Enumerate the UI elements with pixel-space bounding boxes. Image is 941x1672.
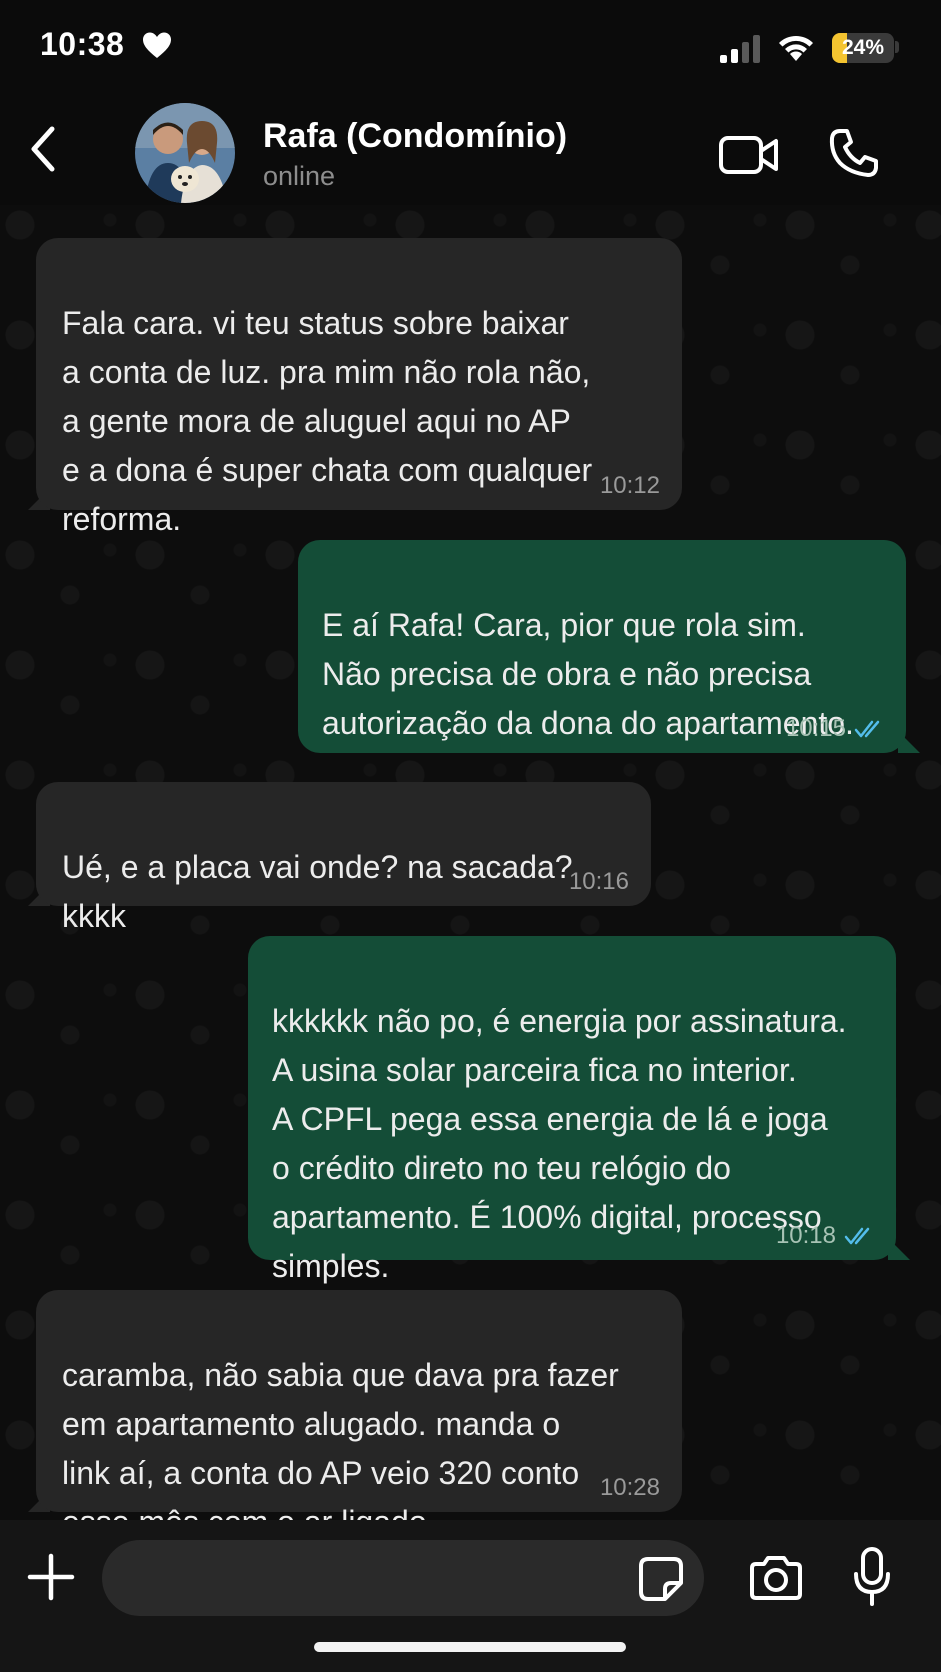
message-input[interactable] xyxy=(102,1540,704,1616)
message-text: Fala cara. vi teu status sobre baixar a … xyxy=(62,305,593,537)
read-ticks-icon xyxy=(854,720,880,738)
message-meta: 10:15 xyxy=(786,717,884,741)
message-bubble-outgoing[interactable]: kkkkkk não po, é energia por assinatura.… xyxy=(248,936,896,1284)
read-ticks-icon xyxy=(844,1227,870,1245)
avatar[interactable] xyxy=(135,103,235,203)
phone-call-icon[interactable] xyxy=(828,127,880,179)
back-icon[interactable] xyxy=(26,123,62,175)
battery-tip xyxy=(895,41,899,53)
message-meta: 10:12 xyxy=(600,474,660,498)
video-call-icon[interactable] xyxy=(718,133,780,177)
message-bubble-incoming[interactable]: Ué, e a placa vai onde? na sacada? kkkk … xyxy=(36,782,651,934)
heart-icon xyxy=(143,32,171,58)
status-time: 10:38 xyxy=(40,26,125,62)
camera-icon[interactable] xyxy=(748,1554,804,1602)
message-text: E aí Rafa! Cara, pior que rola sim. Não … xyxy=(322,607,854,741)
message-bubble-outgoing[interactable]: E aí Rafa! Cara, pior que rola sim. Não … xyxy=(298,540,906,753)
message-time: 10:28 xyxy=(599,1474,660,1501)
wifi-icon xyxy=(779,35,813,61)
message-meta: 10:28 xyxy=(600,1476,660,1500)
microphone-icon[interactable] xyxy=(852,1546,892,1608)
message-meta: 10:18 xyxy=(776,1224,874,1248)
message-time: 10:15 xyxy=(785,715,846,742)
contact-name[interactable]: Rafa (Condomínio) xyxy=(263,117,567,156)
message-time: 10:18 xyxy=(775,1222,836,1249)
signal-icon xyxy=(720,35,760,63)
chat-header: Rafa (Condomínio) online xyxy=(0,95,941,205)
message-bubble-incoming[interactable]: Fala cara. vi teu status sobre baixar a … xyxy=(36,238,682,537)
sticker-icon[interactable] xyxy=(638,1556,684,1602)
message-time: 10:16 xyxy=(568,868,629,895)
status-bar: 10:38 24% xyxy=(0,0,941,95)
message-time: 10:12 xyxy=(599,472,660,499)
chat-screen: 10:38 24% Rafa (Condomínio) online Fala … xyxy=(0,0,941,1672)
avatar-photo xyxy=(135,103,235,203)
message-bubble-incoming[interactable]: caramba, não sabia que dava pra fazer em… xyxy=(36,1290,682,1540)
home-indicator xyxy=(314,1642,626,1652)
battery-icon: 24% xyxy=(832,33,894,63)
message-text: kkkkkk não po, é energia por assinatura.… xyxy=(272,1003,847,1284)
contact-status: online xyxy=(263,161,336,191)
message-meta: 10:16 xyxy=(569,870,629,894)
battery-percent: 24% xyxy=(841,36,885,59)
plus-icon[interactable] xyxy=(26,1552,76,1602)
